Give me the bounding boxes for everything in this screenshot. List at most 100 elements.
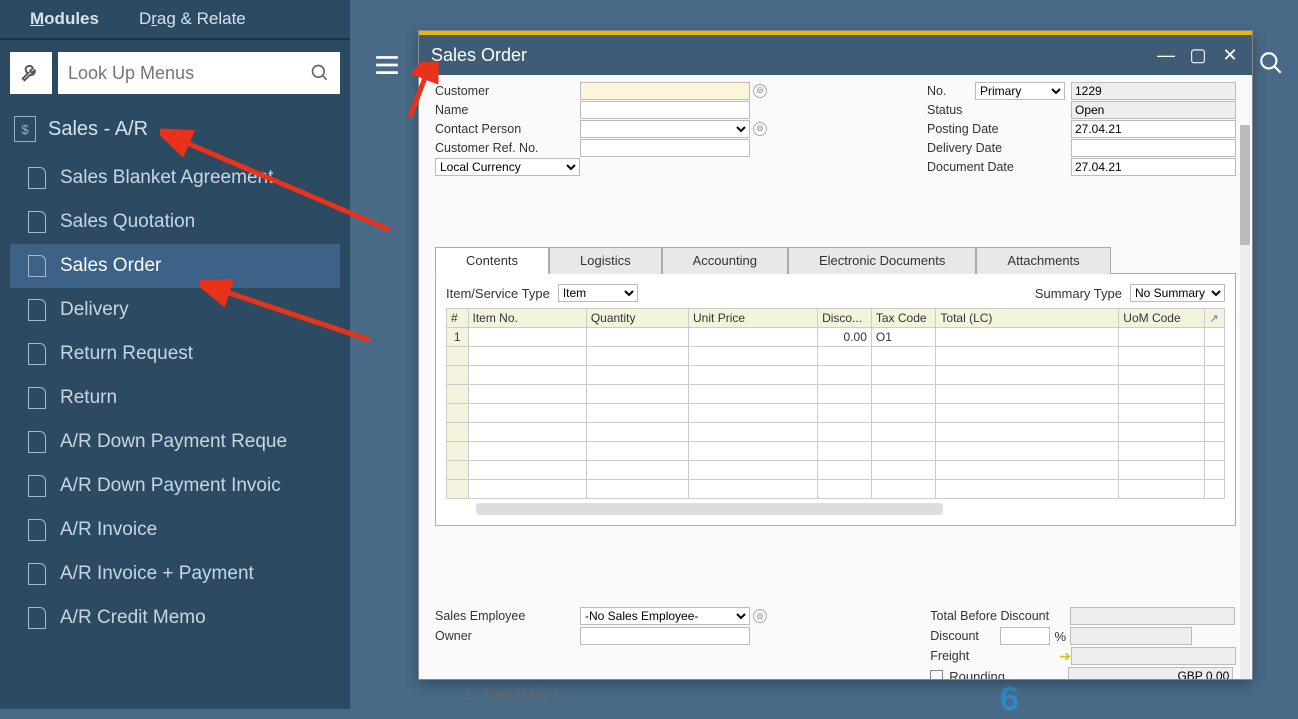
menu-item-sales-blanket-agreement[interactable]: Sales Blanket Agreement (10, 156, 340, 200)
cell-tax-code[interactable]: O1 (871, 328, 936, 347)
col-quantity[interactable]: Quantity (586, 309, 688, 328)
input-posting-date[interactable] (1071, 120, 1236, 138)
grid-row[interactable] (447, 423, 1225, 442)
wrench-button[interactable] (10, 52, 52, 94)
input-discount-pct[interactable] (1000, 627, 1050, 645)
grid-row[interactable] (447, 480, 1225, 499)
select-item-service-type[interactable]: Item (558, 284, 638, 302)
module-header-sales-ar[interactable]: $ Sales - A/R (0, 106, 350, 152)
menu-item-sales-order[interactable]: Sales Order (10, 244, 340, 288)
input-customer-ref[interactable] (580, 139, 750, 157)
col-uom[interactable]: UoM Code (1119, 309, 1205, 328)
search-input[interactable] (68, 63, 310, 84)
input-customer[interactable] (580, 82, 750, 100)
grid-row[interactable] (447, 347, 1225, 366)
cell-extra[interactable] (1205, 328, 1225, 347)
select-sales-employee[interactable]: -No Sales Employee- (580, 607, 750, 625)
input-freight (1071, 647, 1236, 665)
grid-horizontal-scrollbar[interactable] (476, 503, 943, 515)
menu-item-ar-invoice-payment[interactable]: A/R Invoice + Payment (10, 552, 340, 596)
expand-icon[interactable]: ↗ (1209, 313, 1218, 325)
cell-discount[interactable]: 0.00 (818, 328, 872, 347)
tab-accounting[interactable]: Accounting (662, 247, 788, 274)
vertical-scrollbar[interactable] (1240, 125, 1250, 679)
col-unit-price[interactable]: Unit Price (689, 309, 818, 328)
col-num[interactable]: # (447, 309, 469, 328)
grid-row[interactable] (447, 461, 1225, 480)
menu-item-ar-down-payment-request[interactable]: A/R Down Payment Reque (10, 420, 340, 464)
tab-modules[interactable]: Modules (10, 1, 119, 37)
cell-total[interactable] (936, 328, 1119, 347)
doc-icon (28, 255, 46, 277)
label-posting-date: Posting Date (927, 122, 1071, 136)
menu-item-ar-down-payment-invoice[interactable]: A/R Down Payment Invoic (10, 464, 340, 508)
tab-contents[interactable]: Contents (435, 247, 549, 274)
sales-order-window: Sales Order — ▢ ✕ Customer ⊜ Name Contac… (418, 30, 1253, 680)
menu-label: Sales Blanket Agreement (60, 167, 273, 189)
footer-left: Sales Employee -No Sales Employee- ⊜ Own… (435, 606, 767, 679)
label-no: No. (927, 84, 975, 98)
doc-icon (28, 387, 46, 409)
menu-item-return[interactable]: Return (10, 376, 340, 420)
label-discount: Discount (930, 629, 1000, 643)
select-currency[interactable]: Local Currency (435, 158, 580, 176)
big-number: 6 (1000, 680, 1019, 719)
menu-list: Sales Blanket Agreement Sales Quotation … (0, 152, 350, 644)
menu-item-delivery[interactable]: Delivery (10, 288, 340, 332)
col-tax-code[interactable]: Tax Code (871, 309, 936, 328)
cell-quantity[interactable] (586, 328, 688, 347)
grid-row[interactable] (447, 385, 1225, 404)
select-series[interactable]: Primary (975, 82, 1065, 100)
tab-attachments[interactable]: Attachments (976, 247, 1110, 274)
menu-label: Return (60, 387, 117, 409)
cell-item-no[interactable] (468, 328, 586, 347)
input-docnum[interactable] (1071, 82, 1236, 100)
col-total[interactable]: Total (LC) (936, 309, 1119, 328)
input-delivery-date[interactable] (1071, 139, 1236, 157)
choose-icon[interactable]: ⊜ (753, 122, 767, 136)
grid-row[interactable]: 1 0.00 O1 (447, 328, 1225, 347)
choose-icon[interactable]: ⊜ (753, 609, 767, 623)
window-controls: — ▢ ✕ (1156, 45, 1240, 65)
minimize-button[interactable]: — (1156, 45, 1176, 65)
close-button[interactable]: ✕ (1220, 45, 1240, 65)
menu-item-return-request[interactable]: Return Request (10, 332, 340, 376)
tab-logistics[interactable]: Logistics (549, 247, 662, 274)
menu-item-ar-credit-memo[interactable]: A/R Credit Memo (10, 596, 340, 640)
input-owner[interactable] (580, 627, 750, 645)
label-rounding: Rounding (949, 669, 1068, 680)
input-document-date[interactable] (1071, 158, 1236, 176)
cell-unit-price[interactable] (689, 328, 818, 347)
search-icon (310, 63, 330, 83)
choose-icon[interactable]: ⊜ (753, 84, 767, 98)
link-arrow-icon[interactable]: ➔ (1059, 648, 1071, 665)
campaign-item[interactable]: Campaign … (458, 686, 577, 704)
select-contact[interactable] (580, 120, 750, 138)
checkbox-rounding[interactable] (930, 670, 943, 680)
grid-row[interactable] (447, 442, 1225, 461)
search-icon (1258, 50, 1284, 76)
select-summary-type[interactable]: No Summary (1130, 284, 1225, 302)
cell-uom[interactable] (1119, 328, 1205, 347)
menu-item-sales-quotation[interactable]: Sales Quotation (10, 200, 340, 244)
label-customer-ref: Customer Ref. No. (435, 141, 580, 155)
maximize-button[interactable]: ▢ (1188, 45, 1208, 65)
input-name[interactable] (580, 101, 750, 119)
grid-row[interactable] (447, 366, 1225, 385)
menu-label: Return Request (60, 343, 193, 365)
grid-row[interactable] (447, 404, 1225, 423)
col-discount[interactable]: Disco... (818, 309, 872, 328)
items-grid[interactable]: # Item No. Quantity Unit Price Disco... … (446, 308, 1225, 499)
tab-drag-relate[interactable]: Drag & Relate (119, 1, 266, 37)
titlebar[interactable]: Sales Order — ▢ ✕ (419, 35, 1252, 75)
hamburger-button[interactable] (374, 50, 400, 84)
search-box[interactable] (58, 52, 340, 94)
global-search-button[interactable] (1258, 50, 1284, 81)
label-item-service-type: Item/Service Type (446, 286, 550, 301)
tab-electronic-documents[interactable]: Electronic Documents (788, 247, 976, 274)
top-tabs: Modules Drag & Relate (0, 0, 350, 40)
menu-item-ar-invoice[interactable]: A/R Invoice (10, 508, 340, 552)
col-item-no[interactable]: Item No. (468, 309, 586, 328)
col-expand[interactable]: ↗ (1205, 309, 1225, 328)
scrollbar-thumb[interactable] (1240, 125, 1250, 245)
